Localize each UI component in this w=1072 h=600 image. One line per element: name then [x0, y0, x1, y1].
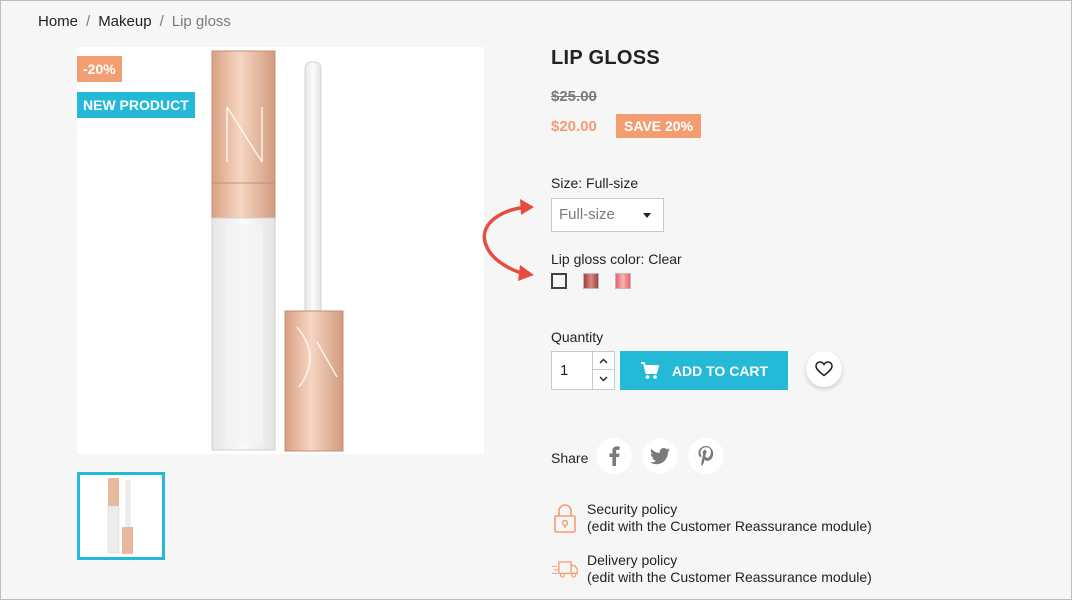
- breadcrumb-separator: /: [159, 13, 164, 30]
- delivery-truck-icon: [551, 552, 579, 586]
- thumbnail-image: [107, 478, 133, 554]
- twitter-share-button[interactable]: [642, 438, 678, 474]
- product-title: LIP GLOSS: [551, 47, 661, 69]
- reassurance-subtitle: (edit with the Customer Reassurance modu…: [587, 569, 872, 585]
- product-cover-image[interactable]: -20% NEW PRODUCT: [77, 47, 484, 454]
- quantity-spinner: [592, 352, 614, 389]
- annotation-arrows: [482, 199, 534, 281]
- breadcrumb: Home / Makeup / Lip gloss: [38, 13, 231, 30]
- discount-flag: -20%: [77, 56, 122, 82]
- pinterest-icon: [698, 446, 714, 466]
- cart-icon: [640, 361, 659, 379]
- quantity-label: Quantity: [551, 329, 604, 345]
- reassurance-delivery: Delivery policy (edit with the Customer …: [551, 552, 872, 586]
- add-to-cart-label: ADD TO CART: [671, 362, 769, 379]
- facebook-icon: [609, 446, 620, 466]
- color-swatch-clear[interactable]: [551, 273, 567, 289]
- product-thumbnail[interactable]: [77, 472, 165, 560]
- quantity-stepper[interactable]: 1: [551, 351, 615, 390]
- breadcrumb-home-link[interactable]: Home: [38, 13, 78, 30]
- share-label: Share: [551, 450, 589, 466]
- reassurance-security: Security policy (edit with the Customer …: [551, 501, 872, 535]
- color-swatch-red[interactable]: [583, 273, 599, 289]
- reassurance-title: Security policy: [587, 501, 678, 517]
- breadcrumb-current: Lip gloss: [171, 13, 231, 30]
- chevron-up-icon[interactable]: [593, 352, 614, 370]
- reassurance-title: Delivery policy: [587, 552, 678, 568]
- twitter-icon: [650, 447, 670, 464]
- save-badge: SAVE 20%: [616, 114, 701, 138]
- heart-icon: [815, 361, 833, 377]
- color-label: Lip gloss color: Clear: [551, 251, 682, 267]
- chevron-down-icon[interactable]: [593, 370, 614, 388]
- breadcrumb-makeup-link[interactable]: Makeup: [98, 13, 151, 30]
- size-select-value: Full-size: [559, 206, 615, 223]
- regular-price: $25.00: [551, 88, 597, 105]
- caret-down-icon: [643, 213, 651, 218]
- quantity-value[interactable]: 1: [560, 362, 568, 379]
- facebook-share-button[interactable]: [596, 438, 632, 474]
- wishlist-button[interactable]: [806, 351, 842, 387]
- color-swatch-pink[interactable]: [615, 273, 631, 289]
- size-select[interactable]: Full-size: [551, 198, 664, 232]
- reassurance-subtitle: (edit with the Customer Reassurance modu…: [587, 518, 872, 534]
- current-price: $20.00: [551, 118, 597, 135]
- add-to-cart-button[interactable]: ADD TO CART: [620, 351, 788, 390]
- new-product-flag: NEW PRODUCT: [77, 92, 195, 118]
- breadcrumb-separator: /: [86, 13, 91, 30]
- pinterest-share-button[interactable]: [688, 438, 724, 474]
- lock-icon: [551, 501, 579, 535]
- size-label: Size: Full-size: [551, 175, 639, 191]
